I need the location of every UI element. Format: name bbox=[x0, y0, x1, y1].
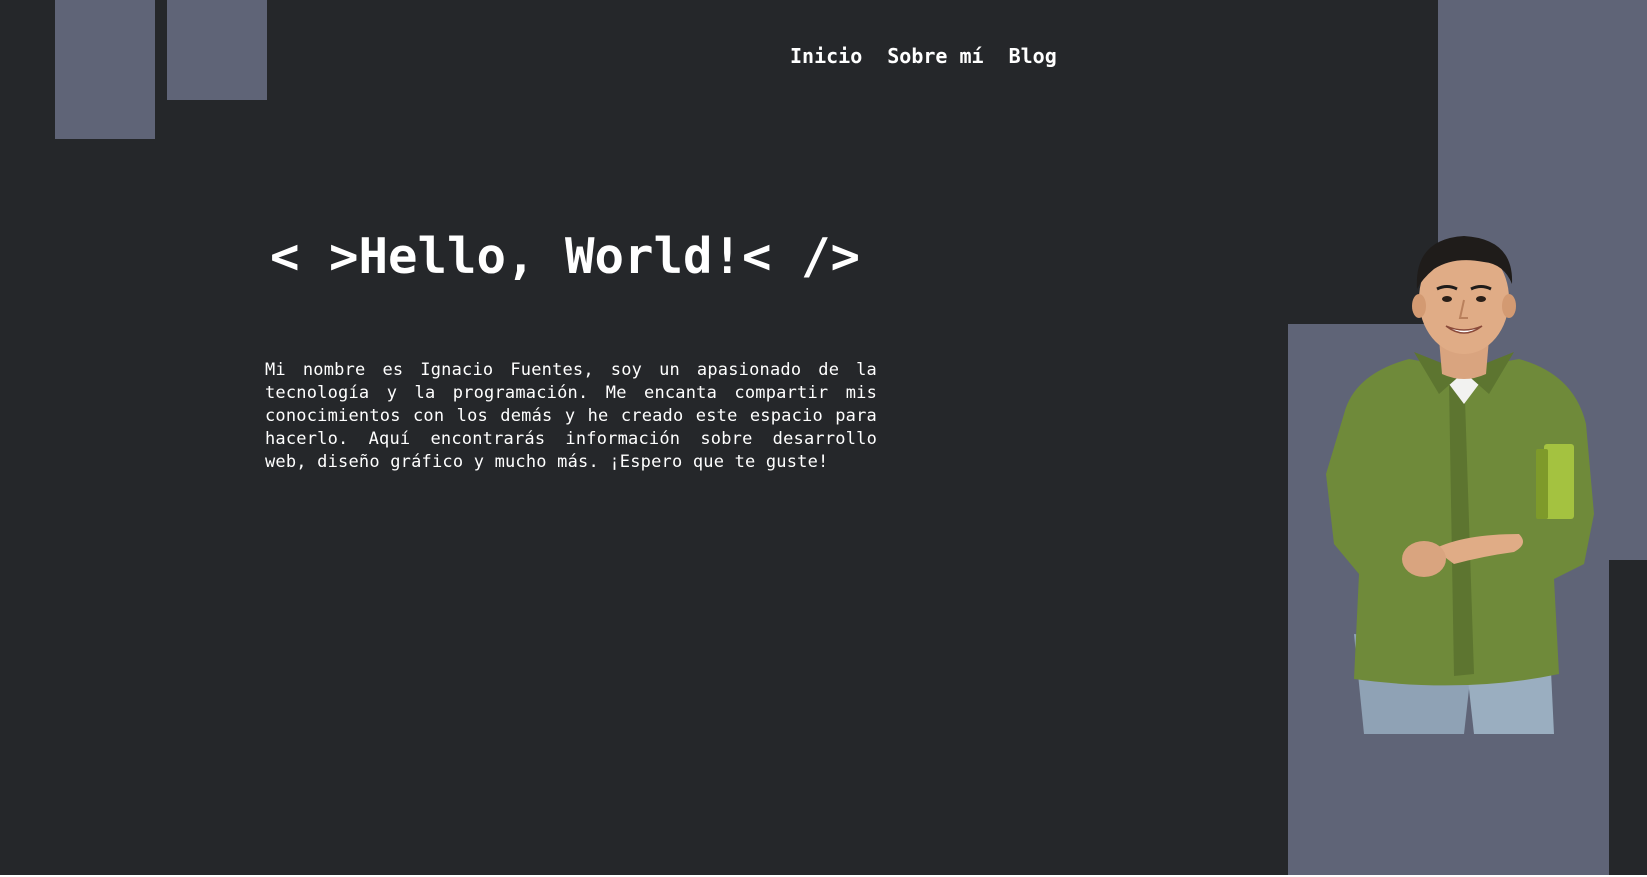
nav-link-sobre-mi[interactable]: Sobre mí bbox=[887, 44, 983, 68]
nav-link-inicio[interactable]: Inicio bbox=[790, 44, 862, 68]
hero-title: < >Hello, World!< /> bbox=[270, 228, 861, 285]
page: Inicio Sobre mí Blog < >Hello, World!< /… bbox=[0, 0, 1647, 875]
decor-block-left-small bbox=[167, 0, 267, 100]
decor-block-left bbox=[55, 0, 155, 139]
top-nav: Inicio Sobre mí Blog bbox=[790, 44, 1057, 68]
portrait-image bbox=[1314, 234, 1614, 734]
nav-link-blog[interactable]: Blog bbox=[1009, 44, 1057, 68]
intro-paragraph: Mi nombre es Ignacio Fuentes, soy un apa… bbox=[265, 360, 877, 472]
